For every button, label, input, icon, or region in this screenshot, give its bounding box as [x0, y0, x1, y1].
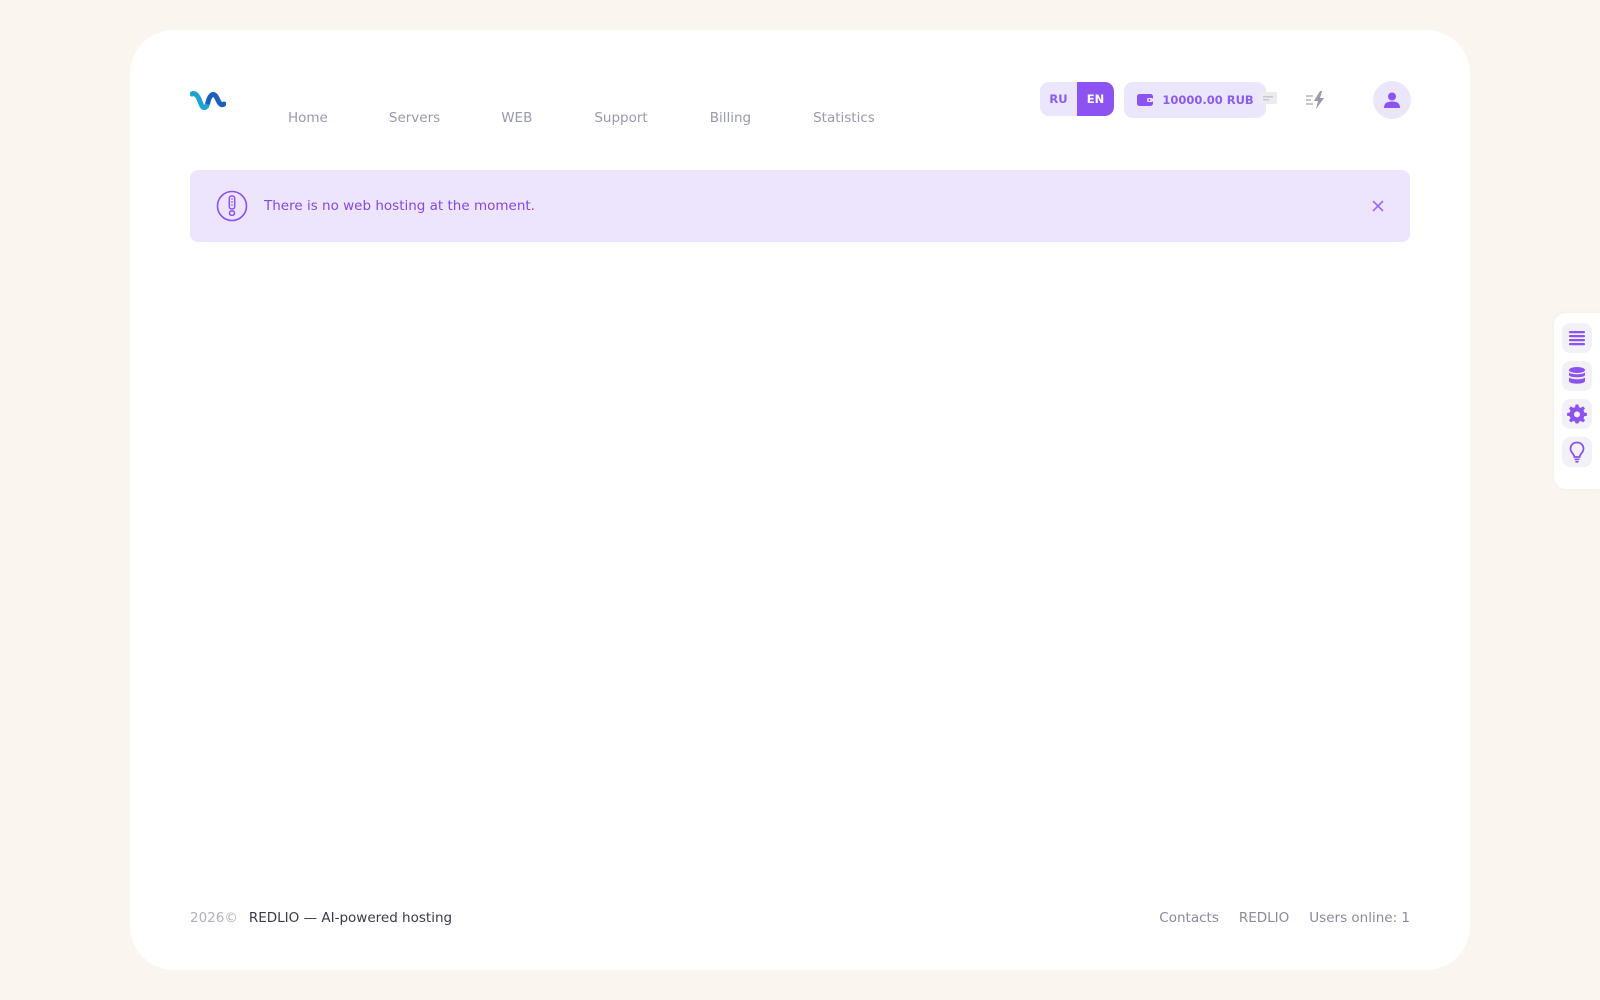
nav-item-web[interactable]: WEB [501, 110, 532, 126]
language-en-button[interactable]: EN [1077, 82, 1114, 116]
footer: 2026© REDLIO — AI-powered hosting Contac… [190, 908, 1410, 928]
close-icon[interactable] [1370, 198, 1386, 214]
nav-item-billing[interactable]: Billing [710, 110, 751, 126]
lightbulb-icon [1569, 441, 1585, 463]
chat-icon [1259, 92, 1277, 107]
users-online-count: Users online: 1 [1309, 910, 1410, 926]
exclamation-icon [216, 190, 248, 222]
footer-link-contacts[interactable]: Contacts [1159, 910, 1219, 926]
user-avatar[interactable] [1373, 81, 1411, 119]
footer-link-redlio[interactable]: REDLIO [1239, 910, 1289, 926]
language-ru-button[interactable]: RU [1040, 82, 1077, 116]
balance-button[interactable]: 10000.00 RUB [1124, 82, 1266, 118]
nav-item-support[interactable]: Support [594, 110, 647, 126]
dock-list-button[interactable] [1562, 323, 1592, 353]
alert-message: There is no web hosting at the moment. [264, 198, 535, 214]
copyright-year: 2026© [190, 910, 238, 926]
chat-button[interactable] [1256, 88, 1280, 112]
nav-item-home[interactable]: Home [288, 110, 328, 126]
empty-hosting-alert: There is no web hosting at the moment. [190, 170, 1410, 242]
list-icon [1569, 331, 1585, 346]
lightning-icon [1306, 91, 1324, 109]
wallet-icon [1137, 94, 1154, 106]
dock-tips-button[interactable] [1562, 437, 1592, 467]
side-dock [1554, 313, 1600, 489]
page-card: Home Servers WEB Support Billing Statist… [130, 30, 1470, 970]
logo-icon[interactable] [190, 88, 226, 112]
footer-right: Contacts REDLIO Users online: 1 [1159, 910, 1410, 926]
language-switch: RU EN [1040, 82, 1114, 116]
footer-left: 2026© REDLIO — AI-powered hosting [190, 910, 452, 926]
footer-tagline: REDLIO — AI-powered hosting [248, 910, 453, 926]
nav-item-statistics[interactable]: Statistics [813, 110, 875, 126]
gear-icon [1567, 404, 1587, 424]
database-icon [1569, 367, 1585, 384]
activity-button[interactable] [1304, 88, 1328, 112]
user-icon [1384, 92, 1400, 108]
dock-database-button[interactable] [1562, 361, 1592, 391]
dock-settings-button[interactable] [1562, 399, 1592, 429]
nav-item-servers[interactable]: Servers [389, 110, 440, 126]
balance-amount: 10000.00 RUB [1162, 93, 1254, 107]
main-nav: Home Servers WEB Support Billing Statist… [288, 110, 875, 126]
